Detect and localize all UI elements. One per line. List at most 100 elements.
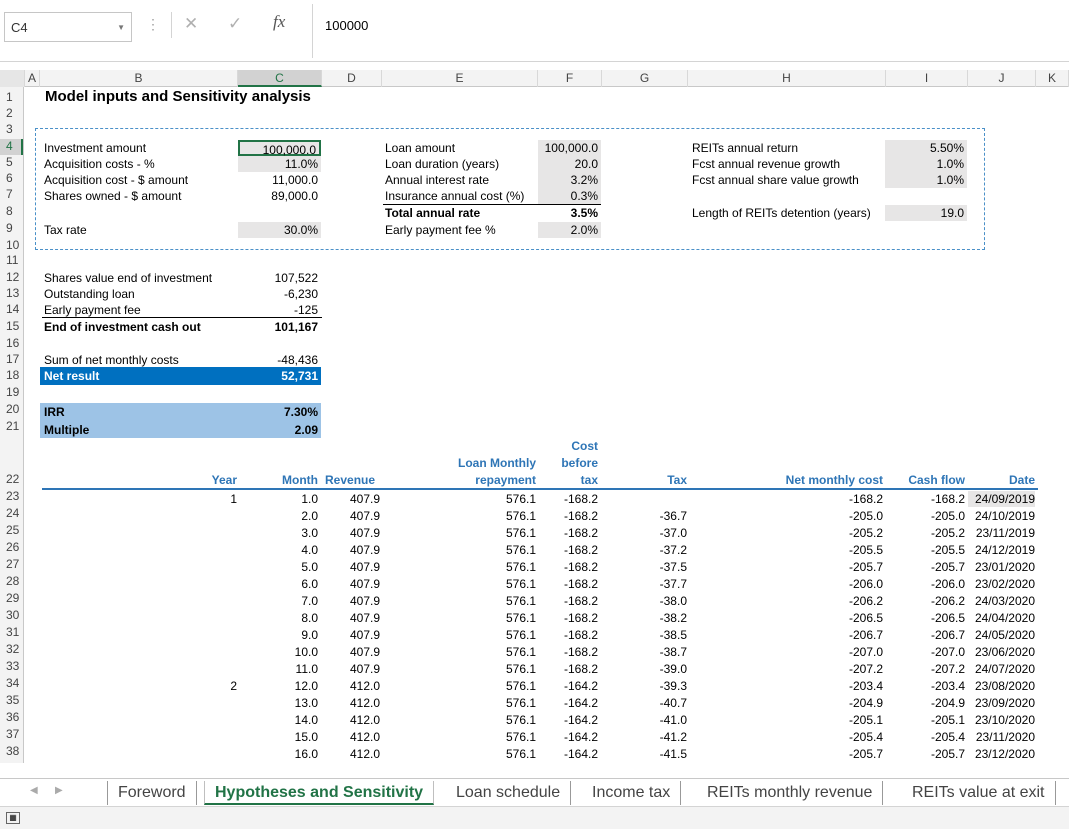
table-cell-loan[interactable]: 576.1 [420,746,536,762]
total-rate-cell[interactable]: 3.5% [538,205,601,221]
table-cell-rev[interactable]: 412.0 [320,746,380,762]
table-cell-rev[interactable]: 412.0 [320,729,380,745]
table-cell-net[interactable]: -205.7 [700,746,883,762]
macro-record-icon[interactable]: ▦ [6,812,20,824]
table-cell-loan[interactable]: 576.1 [420,729,536,745]
table-cell-tax[interactable]: -39.0 [600,661,687,677]
table-cell-tax[interactable]: -38.0 [600,593,687,609]
table-cell-year[interactable]: 2 [180,678,237,694]
row-header[interactable]: 17 [0,352,23,368]
table-cell-year[interactable] [180,729,237,745]
table-cell-month[interactable]: 6.0 [238,576,318,592]
table-cell-month[interactable]: 1.0 [238,491,318,507]
col-header-h[interactable]: H [688,70,886,87]
row-header[interactable]: 7 [0,187,23,203]
row-header[interactable]: 26 [0,540,23,556]
col-header-j[interactable]: J [968,70,1036,87]
loan-duration-cell[interactable]: 20.0 [538,156,601,172]
tab-income-tax[interactable]: Income tax [582,781,682,805]
row-header[interactable]: 13 [0,286,23,302]
row-header[interactable]: 16 [0,336,23,352]
row-header[interactable]: 9 [0,221,23,237]
table-cell-cost[interactable]: -168.2 [540,661,598,677]
table-cell-date[interactable]: 24/12/2019 [968,542,1035,558]
table-cell-cash[interactable]: -207.0 [886,644,965,660]
share-growth-cell[interactable]: 1.0% [885,172,967,188]
table-cell-cash[interactable]: -205.2 [886,525,965,541]
table-cell-cash[interactable]: -205.5 [886,542,965,558]
table-cell-loan[interactable]: 576.1 [420,491,536,507]
tab-hypotheses[interactable]: Hypotheses and Sensitivity [204,781,435,805]
row-header[interactable]: 2 [0,106,23,122]
table-cell-cash[interactable]: -206.2 [886,593,965,609]
table-cell-month[interactable]: 16.0 [238,746,318,762]
table-cell-year[interactable] [180,525,237,541]
summary-value[interactable]: 107,522 [238,271,321,285]
row-header[interactable]: 25 [0,523,23,539]
table-cell-cost[interactable]: -168.2 [540,491,598,507]
table-cell-year[interactable] [180,695,237,711]
tab-scroll-right-icon[interactable]: ▶ [55,785,63,796]
table-cell-month[interactable]: 8.0 [238,610,318,626]
row-header[interactable]: 6 [0,171,23,187]
col-header-e[interactable]: E [382,70,538,87]
row-header[interactable]: 28 [0,574,23,590]
table-cell-tax[interactable]: -38.7 [600,644,687,660]
table-cell-year[interactable] [180,644,237,660]
table-cell-rev[interactable]: 407.9 [320,644,380,660]
summary-value[interactable]: -6,230 [238,287,321,301]
row-header[interactable]: 33 [0,659,23,675]
table-cell-net[interactable]: -205.2 [700,525,883,541]
table-cell-net[interactable]: -168.2 [700,491,883,507]
table-cell-tax[interactable]: -41.5 [600,746,687,762]
table-cell-loan[interactable]: 576.1 [420,542,536,558]
row-header[interactable]: 30 [0,608,23,624]
table-cell-month[interactable]: 12.0 [238,678,318,694]
cancel-icon[interactable]: ✕ [184,14,198,34]
table-cell-net[interactable]: -205.1 [700,712,883,728]
table-cell-date[interactable]: 24/10/2019 [968,508,1035,524]
irr-value[interactable]: 7.30% [238,405,321,419]
table-cell-month[interactable]: 15.0 [238,729,318,745]
name-box[interactable]: C4 ▼ [4,12,132,42]
table-cell-rev[interactable]: 407.9 [320,627,380,643]
table-cell-loan[interactable]: 576.1 [420,712,536,728]
row-header[interactable]: 35 [0,693,23,709]
table-cell-cash[interactable]: -205.1 [886,712,965,728]
row-header[interactable]: 34 [0,676,23,692]
table-cell-tax[interactable]: -41.0 [600,712,687,728]
chevron-down-icon[interactable]: ▼ [117,23,125,32]
table-cell-cash[interactable]: -206.7 [886,627,965,643]
table-cell-month[interactable]: 13.0 [238,695,318,711]
col-header-c[interactable]: C [238,70,322,87]
table-cell-date[interactable]: 24/04/2020 [968,610,1035,626]
row-header[interactable]: 36 [0,710,23,726]
tab-reits-exit[interactable]: REITs value at exit [902,781,1056,805]
table-cell-date[interactable]: 23/11/2020 [968,729,1035,745]
table-cell-cash[interactable]: -205.7 [886,746,965,762]
table-cell-net[interactable]: -205.5 [700,542,883,558]
table-cell-loan[interactable]: 576.1 [420,508,536,524]
table-cell-rev[interactable]: 412.0 [320,695,380,711]
table-cell-tax[interactable] [600,491,687,507]
table-cell-cash[interactable]: -205.4 [886,729,965,745]
table-cell-year[interactable] [180,746,237,762]
reits-return-cell[interactable]: 5.50% [885,140,967,156]
col-header-a[interactable]: A [25,70,40,87]
table-cell-loan[interactable]: 576.1 [420,593,536,609]
more-options-icon[interactable]: ⋮ [146,16,160,33]
row-header[interactable]: 4 [0,139,23,155]
row-header[interactable]: 20 [0,402,23,418]
table-cell-year[interactable] [180,712,237,728]
row-header[interactable]: 3 [0,122,23,138]
table-cell-cost[interactable]: -168.2 [540,627,598,643]
row-header[interactable]: 18 [0,368,23,384]
table-cell-cost[interactable]: -168.2 [540,610,598,626]
table-cell-date[interactable]: 23/12/2020 [968,746,1035,762]
col-header-d[interactable]: D [322,70,382,87]
table-cell-rev[interactable]: 407.9 [320,491,380,507]
table-cell-tax[interactable]: -37.2 [600,542,687,558]
table-cell-cash[interactable]: -204.9 [886,695,965,711]
table-cell-tax[interactable]: -39.3 [600,678,687,694]
table-cell-date[interactable]: 23/09/2020 [968,695,1035,711]
